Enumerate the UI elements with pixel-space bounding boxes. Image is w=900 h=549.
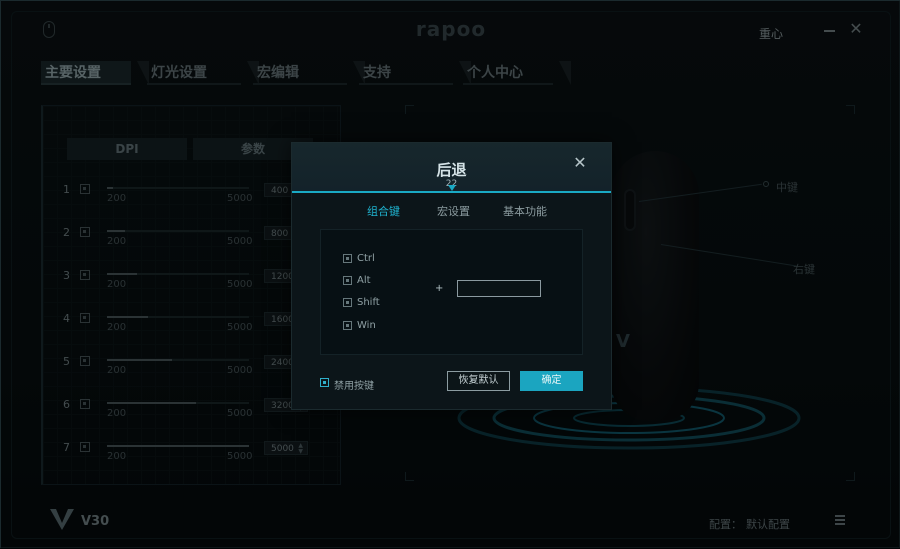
checkbox-icon[interactable] (343, 298, 352, 307)
key-input[interactable] (457, 280, 541, 297)
dialog-tab-macro[interactable]: 宏设置 (437, 203, 470, 219)
dialog-tab-basic-function[interactable]: 基本功能 (503, 203, 547, 219)
checkbox-icon[interactable] (343, 321, 352, 330)
modifier-shift[interactable]: Shift (343, 297, 380, 308)
disable-key-option[interactable]: 禁用按键 (320, 377, 374, 392)
confirm-button[interactable]: 确定 (520, 371, 583, 391)
dialog-divider (292, 191, 611, 193)
plus-sign: + (435, 283, 444, 294)
app-window: rapoo 重心 ✕ 主要设置 灯光设置 宏编辑 支持 个人中心 DPI 参数 … (0, 0, 900, 549)
key-assign-dialog: 后退 ✕ 22 组合键 宏设置 基本功能 Ctrl Alt Shift Win … (291, 142, 612, 410)
restore-default-button[interactable]: 恢复默认 (447, 371, 510, 391)
dialog-tab-combo-key[interactable]: 组合键 (367, 203, 400, 219)
modifier-alt[interactable]: Alt (343, 275, 371, 286)
dialog-title: 后退 (436, 161, 467, 179)
dialog-close-button[interactable]: ✕ (573, 155, 587, 171)
modifier-win[interactable]: Win (343, 320, 376, 331)
checkbox-icon[interactable] (343, 276, 352, 285)
checkbox-icon[interactable] (343, 254, 352, 263)
modifier-ctrl[interactable]: Ctrl (343, 253, 375, 264)
combo-key-panel: Ctrl Alt Shift Win + (320, 229, 583, 355)
checkbox-icon[interactable] (320, 378, 329, 387)
